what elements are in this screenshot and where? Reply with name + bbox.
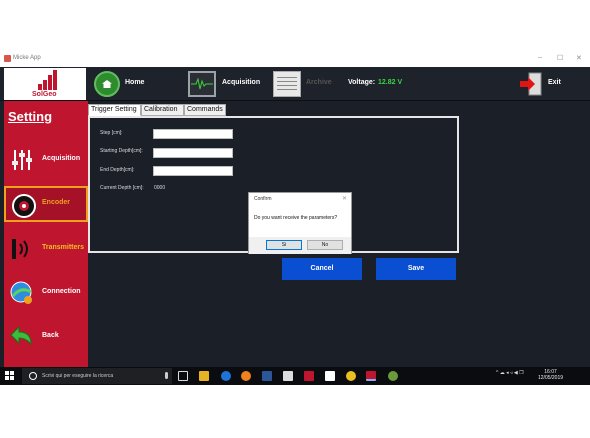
acquisition-button[interactable]: Acquisition: [222, 79, 260, 86]
sidebar-item-encoder[interactable]: Encoder: [4, 186, 88, 222]
exit-icon[interactable]: [518, 71, 544, 97]
misc-app-icon[interactable]: [388, 371, 398, 381]
app-window: SolGeo Home Acquisition Archive Voltage:…: [0, 67, 590, 367]
sidebar-item-connection[interactable]: Connection: [4, 275, 88, 311]
tab-calibration[interactable]: Calibration: [141, 104, 184, 116]
end-depth-label: End Depth[cm]:: [100, 167, 135, 173]
step-input[interactable]: [153, 129, 233, 139]
app-icon: [4, 55, 11, 62]
sidebar-item-label: Back: [42, 332, 59, 339]
voltage-value: 12.82 V: [378, 79, 403, 86]
window-title: Micke App: [13, 55, 41, 61]
word-icon[interactable]: [262, 371, 272, 381]
voltage-label: Voltage:: [348, 79, 376, 86]
sidebar-title: Setting: [8, 109, 53, 124]
file-explorer-icon[interactable]: [199, 371, 209, 381]
connection-icon: [9, 280, 35, 306]
archive-button[interactable]: Archive: [306, 79, 332, 86]
windows-taskbar: Scrivi qui per eseguire la ricerca ^ ☁ ◂…: [0, 367, 590, 385]
encoder-icon: [11, 193, 37, 219]
clock-date: 12/05/2019: [538, 375, 564, 381]
sidebar-item-label: Transmitters: [42, 244, 85, 251]
dialog-no-button[interactable]: No: [307, 240, 343, 250]
sidebar-item-label: Acquisition: [42, 155, 81, 162]
tab-commands[interactable]: Commands: [184, 104, 226, 116]
home-icon[interactable]: [94, 71, 120, 97]
firefox-icon[interactable]: [241, 371, 251, 381]
dialog-close-button[interactable]: ✕: [342, 195, 347, 202]
search-icon: [29, 372, 37, 380]
chrome-icon[interactable]: [346, 371, 356, 381]
dialog-yes-button[interactable]: Si: [266, 240, 302, 250]
task-view-icon[interactable]: [178, 371, 188, 381]
dialog-footer: Si No: [249, 237, 351, 254]
sidebar-item-back[interactable]: Back: [4, 319, 88, 355]
archive-icon[interactable]: [273, 71, 301, 97]
microphone-icon[interactable]: [165, 372, 168, 379]
pdf-icon[interactable]: [304, 371, 314, 381]
close-button[interactable]: ✕: [576, 54, 582, 62]
mail-icon[interactable]: [325, 371, 335, 381]
taskbar-clock[interactable]: 16:07 12/05/2019: [538, 369, 563, 381]
back-arrow-icon: [9, 324, 35, 350]
top-toolbar: SolGeo Home Acquisition Archive Voltage:…: [0, 67, 590, 101]
step-label: Step [cm]:: [100, 130, 123, 136]
taskbar-search[interactable]: Scrivi qui per eseguire la ricerca: [22, 368, 172, 384]
confirm-dialog: Confirm ✕ Do you want receive the parame…: [248, 192, 352, 254]
window-titlebar: Micke App – ☐ ✕: [0, 52, 590, 67]
logo-text: SolGeo: [32, 91, 57, 98]
maximize-button[interactable]: ☐: [557, 54, 563, 62]
home-button[interactable]: Home: [125, 79, 144, 86]
minimize-button[interactable]: –: [538, 54, 542, 61]
store-icon[interactable]: [283, 371, 293, 381]
sliders-icon: [9, 147, 35, 173]
dialog-message: Do you want receive the parameters?: [254, 215, 338, 221]
solgeo-logo: SolGeo: [4, 68, 86, 100]
cancel-button[interactable]: Cancel: [282, 258, 362, 280]
search-placeholder: Scrivi qui per eseguire la ricerca: [42, 373, 114, 379]
exit-button[interactable]: Exit: [548, 79, 561, 86]
starting-depth-label: Starting Depth[cm]:: [100, 148, 143, 154]
edge-icon[interactable]: [221, 371, 231, 381]
oscilloscope-icon[interactable]: [188, 71, 216, 97]
sidebar-item-label: Connection: [42, 288, 81, 295]
save-button[interactable]: Save: [376, 258, 456, 280]
transmitter-icon: [9, 236, 35, 262]
windows-start-icon[interactable]: [5, 371, 15, 381]
dialog-title: Confirm: [254, 196, 272, 202]
system-tray[interactable]: ^ ☁ ◂ ◃ ◀ ❒: [496, 370, 524, 376]
tab-trigger-setting[interactable]: Trigger Setting: [88, 104, 141, 116]
starting-depth-input[interactable]: [153, 148, 233, 158]
sidebar-item-label: Encoder: [42, 199, 71, 206]
current-depth-label: Current Depth [cm]:: [100, 185, 144, 191]
current-depth-value: 0000: [154, 185, 166, 191]
settings-sidebar: Setting Acquisition Encoder Transmitters…: [4, 101, 88, 367]
end-depth-input[interactable]: [153, 166, 233, 176]
sidebar-item-transmitters[interactable]: Transmitters: [4, 231, 88, 267]
solgeo-app-icon[interactable]: [366, 371, 376, 381]
sidebar-item-acquisition[interactable]: Acquisition: [4, 142, 88, 178]
